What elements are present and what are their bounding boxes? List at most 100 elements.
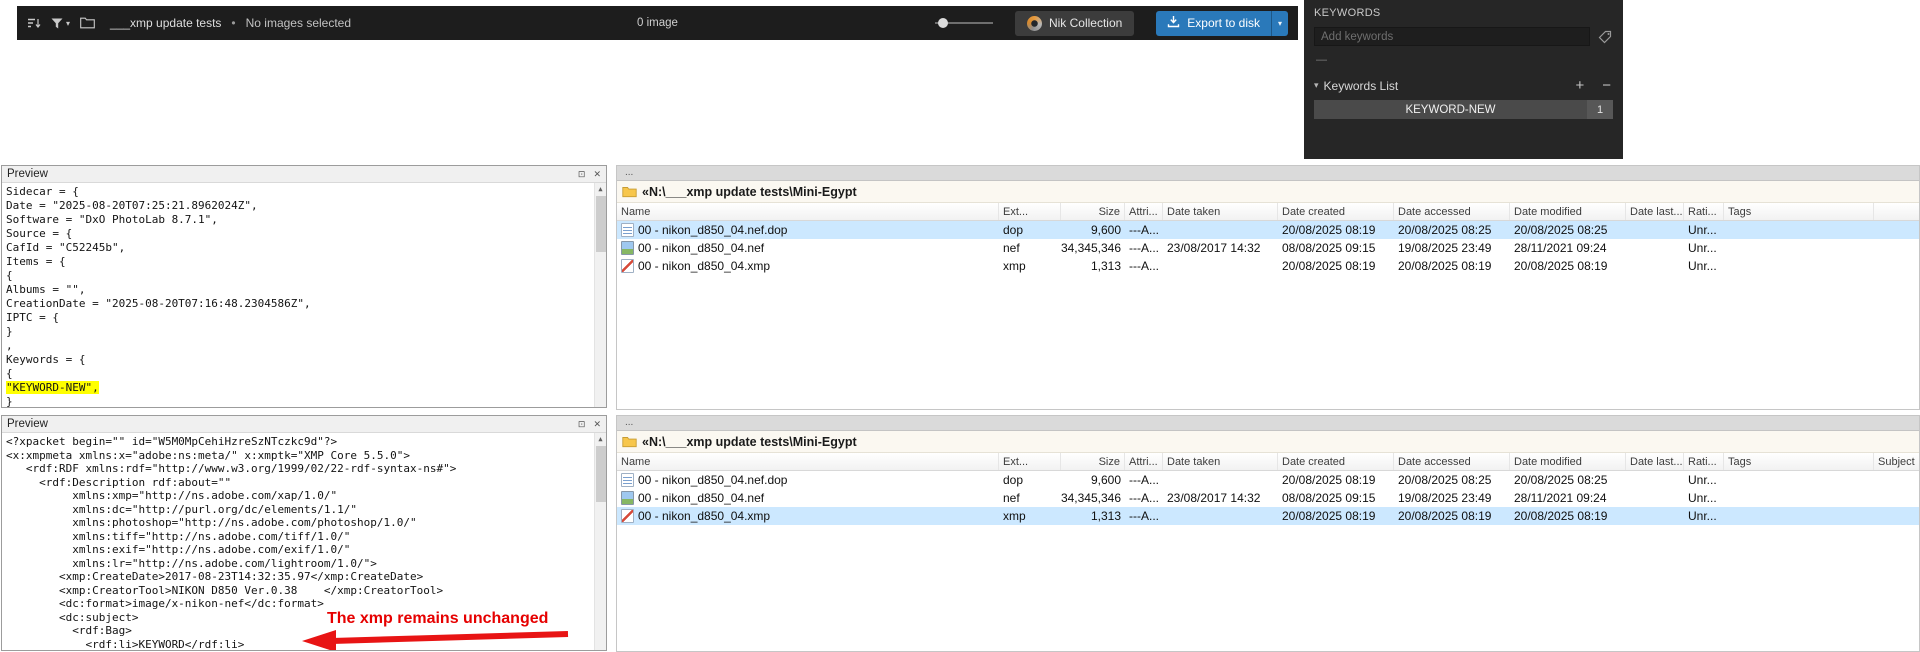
name-cell: 00 - nikon_d850_04.nef.dop bbox=[617, 471, 999, 489]
column-header[interactable]: Size bbox=[1061, 203, 1125, 220]
file-row[interactable]: 00 - nikon_d850_04.nef nef 34,345,346 --… bbox=[617, 239, 1919, 257]
column-header[interactable]: Tags bbox=[1724, 453, 1874, 470]
column-header[interactable]: Date created bbox=[1278, 453, 1394, 470]
rating-cell: Unr... bbox=[1688, 259, 1717, 273]
nik-collection-button[interactable]: Nik Collection bbox=[1014, 10, 1135, 36]
preview-line: Keywords = { bbox=[6, 353, 86, 366]
keyword-list-item[interactable]: KEYWORD-NEW 1 bbox=[1314, 100, 1613, 119]
explorer-tab[interactable]: ... bbox=[625, 168, 633, 178]
date-created-cell: 20/08/2025 08:19 bbox=[1282, 259, 1376, 273]
column-header[interactable]: Date last... bbox=[1626, 453, 1684, 470]
column-header[interactable]: Ext... bbox=[999, 453, 1061, 470]
file-row[interactable]: 00 - nikon_d850_04.nef.dop dop 9,600 ---… bbox=[617, 221, 1919, 239]
column-header[interactable]: Size bbox=[1061, 453, 1125, 470]
preview-line: <xmp:CreatorTool>NIKON D850 Ver.0.38 </x… bbox=[6, 583, 444, 597]
export-to-disk-button[interactable]: Export to disk bbox=[1156, 10, 1271, 36]
date-last-cell bbox=[1626, 489, 1684, 507]
column-header-row: Name Ext... Size Attri... Date taken Date cre… bbox=[617, 453, 1919, 471]
export-options-dropdown[interactable]: ▾ bbox=[1271, 10, 1288, 36]
column-header[interactable]: Date created bbox=[1278, 203, 1394, 220]
panel-title: Preview bbox=[7, 168, 48, 180]
date-created-cell: 20/08/2025 08:19 bbox=[1282, 473, 1376, 487]
assign-keyword-icon[interactable] bbox=[1598, 29, 1615, 44]
date-accessed-cell: 19/08/2025 23:49 bbox=[1398, 241, 1492, 255]
preview-line: "KEYWORD-NEW", bbox=[6, 381, 99, 394]
file-explorer-top: ... «N:\___xmp update tests\Mini-Egypt N… bbox=[616, 165, 1920, 410]
tags-cell bbox=[1724, 257, 1874, 275]
slider-knob[interactable] bbox=[937, 18, 948, 28]
date-modified-cell: 20/08/2025 08:25 bbox=[1514, 473, 1608, 487]
column-header[interactable]: Date last... bbox=[1626, 203, 1684, 220]
column-header[interactable]: Date modified bbox=[1510, 453, 1626, 470]
file-row[interactable]: 00 - nikon_d850_04.nef.dop dop 9,600 ---… bbox=[617, 471, 1919, 489]
no-keywords-placeholder: — bbox=[1316, 54, 1327, 66]
column-header[interactable]: Subject bbox=[1874, 453, 1919, 470]
date-last-cell bbox=[1626, 507, 1684, 525]
file-row[interactable]: 00 - nikon_d850_04.nef nef 34,345,346 --… bbox=[617, 489, 1919, 507]
vertical-scrollbar[interactable]: ▲ bbox=[594, 433, 606, 650]
collapse-triangle-icon[interactable]: ▾ bbox=[1314, 80, 1319, 91]
preview-line: <rdf:RDF xmlns:rdf="http://www.w3.org/19… bbox=[6, 462, 457, 475]
column-header[interactable]: Name bbox=[617, 203, 999, 220]
column-header[interactable]: Tags bbox=[1724, 203, 1874, 220]
date-last-cell bbox=[1626, 239, 1684, 257]
folder-icon bbox=[622, 436, 637, 447]
column-header[interactable]: Name bbox=[617, 453, 999, 470]
date-taken-cell bbox=[1163, 507, 1278, 525]
filter-button[interactable]: ▾ bbox=[51, 18, 70, 29]
column-header[interactable]: Attri... bbox=[1125, 203, 1163, 220]
explorer-tab[interactable]: ... bbox=[625, 418, 633, 428]
chevron-down-icon: ▾ bbox=[1277, 18, 1282, 28]
column-header[interactable]: Attri... bbox=[1125, 453, 1163, 470]
preview-line: xmlns:exif="http://ns.adobe.com/exif/1.0… bbox=[6, 543, 351, 556]
date-created-cell: 20/08/2025 08:19 bbox=[1282, 509, 1376, 523]
pin-icon[interactable]: ⊡ bbox=[578, 419, 586, 430]
scrollbar-thumb[interactable] bbox=[596, 446, 606, 502]
preview-line: Date = "2025-08-20T07:25:21.8962024Z", bbox=[6, 199, 258, 212]
vertical-scrollbar[interactable]: ▲ bbox=[594, 183, 606, 407]
column-header[interactable]: Rati... bbox=[1684, 453, 1724, 470]
name-cell: 00 - nikon_d850_04.nef.dop bbox=[617, 221, 999, 239]
date-modified-cell: 28/11/2021 09:24 bbox=[1514, 491, 1607, 505]
folder-icon bbox=[622, 186, 637, 197]
folder-icon[interactable] bbox=[80, 17, 95, 29]
column-header[interactable]: Ext... bbox=[999, 203, 1061, 220]
image-browser-toolbar: ▾ ___xmp update tests • No images select… bbox=[17, 6, 1298, 40]
path-bar[interactable]: «N:\___xmp update tests\Mini-Egypt bbox=[617, 431, 1919, 453]
pin-icon[interactable]: ⊡ bbox=[578, 169, 586, 180]
explorer-tab-bar[interactable]: ... bbox=[617, 416, 1919, 431]
date-accessed-cell: 20/08/2025 08:25 bbox=[1398, 223, 1492, 237]
scroll-up-icon[interactable]: ▲ bbox=[595, 433, 606, 445]
close-icon[interactable]: ✕ bbox=[593, 169, 601, 180]
keywords-list-header[interactable]: ▾ Keywords List + − bbox=[1314, 78, 1611, 93]
file-type-icon bbox=[621, 223, 634, 237]
sidecar-text-view: Sidecar = {Date = "2025-08-20T07:25:21.8… bbox=[2, 183, 606, 407]
tags-cell bbox=[1724, 221, 1874, 239]
column-header[interactable]: Date accessed bbox=[1394, 203, 1510, 220]
remove-keyword-button[interactable]: − bbox=[1602, 78, 1611, 93]
subject-cell bbox=[1874, 239, 1919, 257]
column-header[interactable]: Date accessed bbox=[1394, 453, 1510, 470]
sort-icon[interactable] bbox=[27, 17, 41, 29]
add-keyword-button[interactable]: + bbox=[1575, 78, 1584, 93]
scrollbar-thumb[interactable] bbox=[596, 196, 606, 252]
column-header[interactable]: Date taken bbox=[1163, 453, 1278, 470]
sidecar-preview-panel: Preview ⊡ ✕ Sidecar = {Date = "2025-08-2… bbox=[1, 165, 607, 408]
file-row[interactable]: 00 - nikon_d850_04.xmp xmp 1,313 ---A...… bbox=[617, 507, 1919, 525]
add-keywords-input[interactable] bbox=[1314, 27, 1590, 46]
column-header[interactable]: Date taken bbox=[1163, 203, 1278, 220]
file-row[interactable]: 00 - nikon_d850_04.xmp xmp 1,313 ---A...… bbox=[617, 257, 1919, 275]
current-path: «N:\___xmp update tests\Mini-Egypt bbox=[642, 184, 857, 199]
explorer-tab-bar[interactable]: ... bbox=[617, 166, 1919, 181]
column-header[interactable]: Date modified bbox=[1510, 203, 1626, 220]
close-icon[interactable]: ✕ bbox=[593, 419, 601, 430]
panel-buttons: ⊡ ✕ bbox=[578, 419, 601, 430]
date-taken-cell bbox=[1163, 471, 1278, 489]
date-modified-cell: 20/08/2025 08:19 bbox=[1514, 509, 1608, 523]
file-list: 00 - nikon_d850_04.nef.dop dop 9,600 ---… bbox=[617, 221, 1919, 275]
column-header[interactable]: Rati... bbox=[1684, 203, 1724, 220]
scroll-up-icon[interactable]: ▲ bbox=[595, 183, 606, 195]
thumbnail-size-slider[interactable] bbox=[934, 13, 993, 33]
path-bar[interactable]: «N:\___xmp update tests\Mini-Egypt bbox=[617, 181, 1919, 203]
ext-cell: dop bbox=[1003, 473, 1024, 487]
